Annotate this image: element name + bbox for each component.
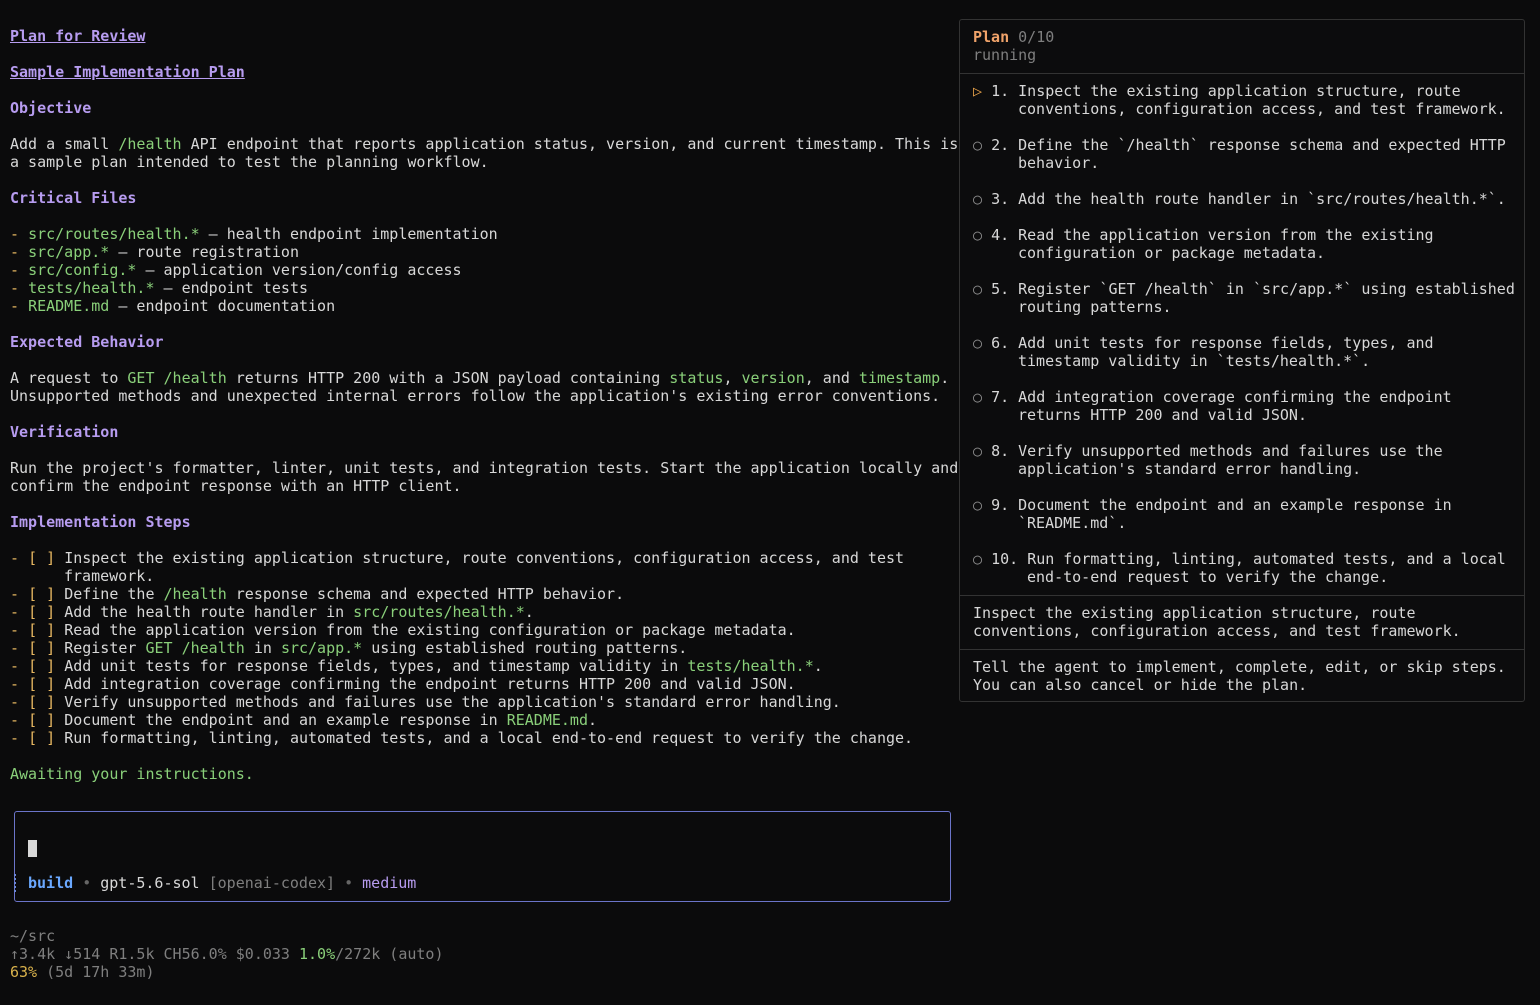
play-icon: ▷: [973, 82, 983, 100]
step-item: - [ ] Run formatting, linting, automated…: [10, 729, 914, 747]
token-stats: ↑3.4k ↓514 R1.5k CH56.0% $0.033 1.0%/272…: [10, 945, 444, 963]
circle-icon: ○: [973, 136, 983, 154]
step-item: - [ ] Add integration coverage confirmin…: [10, 675, 796, 693]
step-item: - [ ] Define the /health response schema…: [10, 585, 625, 603]
plan-item-continuation: routing patterns.: [1018, 298, 1172, 316]
plan-item[interactable]: ○ 5. Register `GET /health` in `src/app.…: [973, 280, 1515, 298]
plan-item-continuation: timestamp validity in `tests/health.*`.: [1018, 352, 1371, 370]
plan-item-continuation: returns HTTP 200 and valid JSON.: [1018, 406, 1307, 424]
plan-item-continuation: configuration or package metadata.: [1018, 244, 1326, 262]
circle-icon: ○: [973, 550, 983, 568]
plan-header: Plan 0/10: [973, 28, 1054, 46]
critical-file-item: - tests/health.* — endpoint tests: [10, 279, 309, 297]
critical-files-heading: Critical Files: [10, 189, 137, 207]
mode-label: build: [28, 874, 74, 892]
expected-line-2: Unsupported methods and unexpected inter…: [10, 387, 941, 405]
plan-item-continuation: behavior.: [1018, 154, 1100, 172]
plan-title: Plan: [973, 28, 1010, 46]
plan-help-text: You can also cancel or hide the plan.: [973, 676, 1308, 694]
circle-icon: ○: [973, 190, 983, 208]
plan-item-continuation: `README.md`.: [1018, 514, 1127, 532]
circle-icon: ○: [973, 388, 983, 406]
step-item: - [ ] Inspect the existing application s…: [10, 549, 905, 567]
provider-name: [openai-codex]: [208, 874, 336, 892]
plan-item-continuation: end-to-end request to verify the change.: [1027, 568, 1389, 586]
step-item: - [ ] Register GET /health in src/app.* …: [10, 639, 688, 657]
objective-line-2: a sample plan intended to test the plann…: [10, 153, 489, 171]
plan-item[interactable]: ○ 2. Define the `/health` response schem…: [973, 136, 1506, 154]
expected-behavior-heading: Expected Behavior: [10, 333, 164, 351]
prompt-input[interactable]: build • gpt-5.6-sol [openai-codex] • med…: [14, 811, 951, 902]
step-item: - [ ] Read the application version from …: [10, 621, 796, 639]
critical-file-item: - README.md — endpoint documentation: [10, 297, 336, 315]
plan-item[interactable]: ○ 3. Add the health route handler in `sr…: [973, 190, 1506, 208]
plan-item[interactable]: ○ 10. Run formatting, linting, automated…: [973, 550, 1506, 568]
plan-item-continuation: application's standard error handling.: [1018, 460, 1362, 478]
text-cursor: [28, 840, 37, 857]
plan-item[interactable]: ○ 7. Add integration coverage confirming…: [973, 388, 1452, 406]
input-accent: [14, 874, 18, 892]
circle-icon: ○: [973, 226, 983, 244]
circle-icon: ○: [973, 280, 983, 298]
working-directory: ~/src: [10, 927, 56, 945]
circle-icon: ○: [973, 334, 983, 352]
objective-heading: Objective: [10, 99, 92, 117]
step-item: - [ ] Add unit tests for response fields…: [10, 657, 823, 675]
critical-file-item: - src/app.* — route registration: [10, 243, 299, 261]
expected-line-1: A request to GET /health returns HTTP 20…: [10, 369, 950, 387]
verification-heading: Verification: [10, 423, 119, 441]
step-item: - [ ] Verify unsupported methods and fai…: [10, 693, 841, 711]
plan-item-active[interactable]: ▷ 1. Inspect the existing application st…: [973, 82, 1461, 100]
critical-file-item: - src/config.* — application version/con…: [10, 261, 462, 279]
plan-panel: Plan 0/10 running ▷ 1. Inspect the exist…: [959, 19, 1525, 702]
step-item: - [ ] Document the endpoint and an examp…: [10, 711, 598, 729]
doc-subtitle[interactable]: Sample Implementation Plan: [10, 63, 245, 81]
plan-count: 0/10: [1018, 28, 1055, 46]
plan-item[interactable]: ○ 8. Verify unsupported methods and fail…: [973, 442, 1443, 460]
quota-stats: 63% (5d 17h 33m): [10, 963, 155, 981]
plan-item[interactable]: ○ 4. Read the application version from t…: [973, 226, 1434, 244]
circle-icon: ○: [973, 442, 983, 460]
step-item: - [ ] Add the health route handler in sr…: [10, 603, 534, 621]
verification-line-2: confirm the endpoint response with an HT…: [10, 477, 462, 495]
step-item-continuation: framework.: [64, 567, 155, 585]
verification-line-1: Run the project's formatter, linter, uni…: [10, 459, 959, 477]
plan-status: running: [973, 46, 1037, 64]
model-name: gpt-5.6-sol: [100, 874, 200, 892]
plan-item[interactable]: ○ 6. Add unit tests for response fields,…: [973, 334, 1434, 352]
doc-title[interactable]: Plan for Review: [10, 27, 145, 45]
reasoning-effort: medium: [362, 874, 417, 892]
current-step-detail: conventions, configuration access, and t…: [973, 622, 1461, 640]
objective-line-1: Add a small /health API endpoint that re…: [10, 135, 959, 153]
circle-icon: ○: [973, 496, 983, 514]
plan-help-text: Tell the agent to implement, complete, e…: [973, 658, 1506, 676]
critical-file-item: - src/routes/health.* — health endpoint …: [10, 225, 498, 243]
awaiting-message: Awaiting your instructions.: [10, 765, 254, 783]
model-selector[interactable]: build • gpt-5.6-sol [openai-codex] • med…: [28, 874, 416, 892]
plan-item[interactable]: ○ 9. Document the endpoint and an exampl…: [973, 496, 1452, 514]
implementation-steps-heading: Implementation Steps: [10, 513, 191, 531]
plan-item-continuation: conventions, configuration access, and t…: [1018, 100, 1506, 118]
current-step-detail: Inspect the existing application structu…: [973, 604, 1416, 622]
